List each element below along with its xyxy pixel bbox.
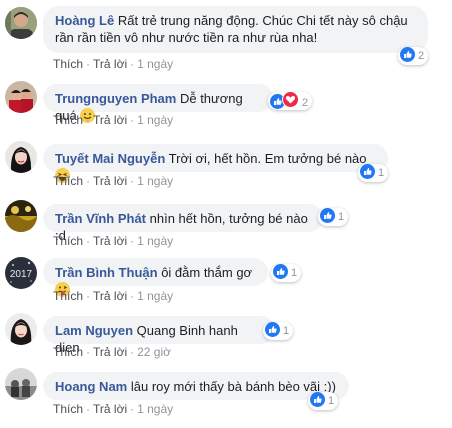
- reaction-count: 1: [283, 325, 290, 337]
- comment-bubble: Trungnguyen Pham Dễ thương quá: [43, 84, 273, 123]
- avatar-year-text: 2017: [10, 269, 33, 280]
- reaction-summary[interactable]: 1: [271, 264, 302, 282]
- comment-actions: Thích · Trả lời · 1 ngày: [53, 57, 174, 71]
- reply-link[interactable]: Trả lời: [93, 113, 127, 127]
- comment-bubble: Trần Bình Thuận ôi đằm thắm gơ: [43, 258, 268, 297]
- like-link[interactable]: Thích: [53, 402, 83, 416]
- comment-time[interactable]: 1 ngày: [137, 402, 173, 416]
- comment-time[interactable]: 1 ngày: [137, 174, 173, 188]
- comment-text-line2: rần rần tiền vô như nước tiền ra như rùa…: [55, 30, 318, 45]
- avatar[interactable]: [5, 141, 37, 173]
- like-reaction-icon: [320, 208, 335, 223]
- like-link[interactable]: Thích: [53, 234, 83, 248]
- reply-link[interactable]: Trả lời: [93, 174, 127, 188]
- comment-time[interactable]: 22 giờ: [137, 345, 171, 359]
- comment-bubble: Hoàng Lê Rất trẻ trung năng động. Chúc C…: [43, 6, 428, 53]
- comment-author[interactable]: Lam Nguyen: [55, 323, 133, 338]
- comment-time[interactable]: 1 ngày: [137, 234, 173, 248]
- avatar[interactable]: [5, 313, 37, 345]
- reaction-summary[interactable]: 1: [308, 392, 339, 410]
- like-reaction-icon: [400, 47, 415, 62]
- avatar[interactable]: [5, 81, 37, 113]
- comment-bubble: Tuyết Mai Nguyễn Trời ơi, hết hồn. Em tư…: [43, 144, 388, 183]
- like-reaction-icon: [265, 322, 280, 337]
- like-link[interactable]: Thích: [53, 57, 83, 71]
- avatar[interactable]: [5, 200, 37, 232]
- comment-text: ôi đằm thắm gơ: [161, 265, 253, 280]
- like-link[interactable]: Thích: [53, 345, 83, 359]
- reply-link[interactable]: Trả lời: [93, 289, 127, 303]
- comment-author[interactable]: Hoang Nam: [55, 379, 127, 394]
- comment-author[interactable]: Trungnguyen Pham: [55, 91, 176, 106]
- like-link[interactable]: Thích: [53, 289, 83, 303]
- comment-bubble: Lam Nguyen Quang Binh hanh dien: [43, 316, 275, 355]
- reaction-summary[interactable]: 1: [318, 208, 349, 226]
- comment-time[interactable]: 1 ngày: [137, 113, 173, 127]
- reply-link[interactable]: Trả lời: [93, 234, 127, 248]
- like-link[interactable]: Thích: [53, 174, 83, 188]
- comment-actions: Thích · Trả lời · 1 ngày: [53, 402, 174, 416]
- comment-text: lâu roy mới thấy bà bánh bèo vãi :)): [130, 379, 336, 394]
- reaction-count: 1: [378, 167, 385, 179]
- comment-time[interactable]: 1 ngày: [137, 289, 173, 303]
- reply-link[interactable]: Trả lời: [93, 402, 127, 416]
- comment-actions: Thích · Trả lời · 22 giờ: [53, 345, 171, 359]
- comment-bubble: Hoang Nam lâu roy mới thấy bà bánh bèo v…: [43, 372, 349, 400]
- comment-author[interactable]: Hoàng Lê: [55, 13, 114, 28]
- comment-actions: Thích · Trả lời · 1 ngày: [53, 289, 174, 303]
- reaction-count: 1: [291, 267, 298, 279]
- reaction-count: 1: [338, 211, 345, 223]
- reaction-summary[interactable]: 1: [263, 322, 294, 340]
- avatar[interactable]: [5, 7, 37, 39]
- love-reaction-icon: [282, 91, 299, 108]
- comment-text: Rất trẻ trung năng động. Chúc Chi tết nà…: [117, 13, 408, 28]
- comment-actions: Thích · Trả lời · 1 ngày: [53, 113, 174, 127]
- like-reaction-icon: [273, 264, 288, 279]
- reply-link[interactable]: Trả lời: [93, 345, 127, 359]
- comment-text: Trời ơi, hết hồn. Em tưởng bé nào: [168, 151, 367, 166]
- reaction-count: 2: [418, 50, 425, 62]
- reply-link[interactable]: Trả lời: [93, 57, 127, 71]
- reaction-summary[interactable]: 2: [268, 91, 313, 110]
- like-reaction-icon: [310, 392, 325, 407]
- like-reaction-icon: [360, 164, 375, 179]
- avatar[interactable]: 2017: [5, 257, 37, 289]
- reaction-summary[interactable]: 2: [398, 47, 429, 65]
- comment-time[interactable]: 1 ngày: [137, 57, 173, 71]
- reaction-summary[interactable]: 1: [358, 164, 389, 182]
- comment-actions: Thích · Trả lời · 1 ngày: [53, 234, 174, 248]
- reaction-count: 1: [328, 395, 335, 407]
- comment-author[interactable]: Trần Vĩnh Phát: [55, 211, 146, 226]
- comment-actions: Thích · Trả lời · 1 ngày: [53, 174, 174, 188]
- comment-bubble: Trần Vĩnh Phát nhìn hết hồn, tưởng bé nà…: [43, 204, 323, 243]
- avatar[interactable]: [5, 368, 37, 400]
- comment-author[interactable]: Trần Bình Thuận: [55, 265, 158, 280]
- like-link[interactable]: Thích: [53, 113, 83, 127]
- reaction-count: 2: [302, 97, 309, 109]
- comment-author[interactable]: Tuyết Mai Nguyễn: [55, 151, 165, 166]
